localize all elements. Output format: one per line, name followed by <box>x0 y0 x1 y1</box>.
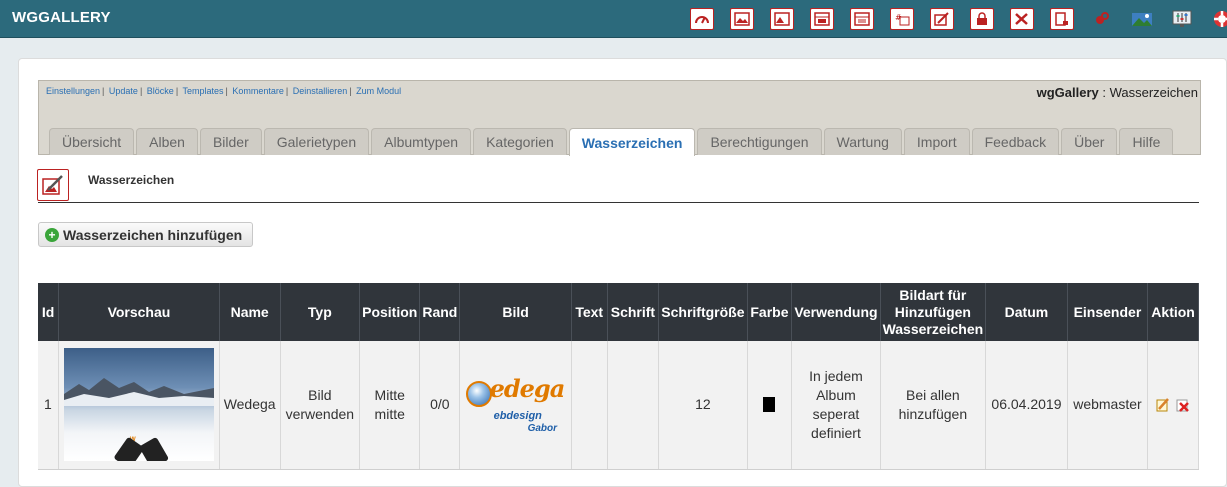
categories-icon[interactable]: # <box>882 0 922 38</box>
tab-kategorien[interactable]: Kategorien <box>473 128 567 155</box>
module-header: Einstellungen | Update | Blöcke | Templates… <box>38 80 1201 156</box>
add-watermark-button[interactable]: + Wasserzeichen hinzufügen <box>38 222 254 247</box>
col-rand: Rand <box>419 283 461 341</box>
watermark-page-icon <box>37 169 69 201</box>
tab-bilder[interactable]: Bilder <box>199 128 262 155</box>
col-schrift: Schrift <box>607 283 660 341</box>
tab-wasserzeichen[interactable]: Wasserzeichen <box>568 128 696 156</box>
top-bar: WGGALLERY # <box>0 0 1227 38</box>
tab-alben[interactable]: Alben <box>136 128 198 155</box>
tab-feedback[interactable]: Feedback <box>971 128 1060 155</box>
cell-id: 1 <box>38 341 60 470</box>
edit-icon[interactable] <box>1156 397 1170 412</box>
col-aktion: Aktion <box>1147 283 1199 341</box>
cell-bild: edega ebdesign Gabor <box>459 341 572 470</box>
link-bloecke[interactable]: Blöcke <box>147 86 174 96</box>
watermark-icon[interactable] <box>922 0 962 38</box>
link-deinstallieren[interactable]: Deinstallieren <box>293 86 348 96</box>
col-bildart: Bildart für Hinzufügen Wasserzeichen <box>880 283 987 341</box>
cell-schriftgroesse: 12 <box>658 341 748 470</box>
page-title: Wasserzeichen <box>88 173 175 187</box>
albums-icon[interactable] <box>722 0 762 38</box>
watermark-table: Id Vorschau Name Typ Position Rand Bild … <box>38 283 1199 470</box>
col-name: Name <box>219 283 281 341</box>
cell-rand: 0/0 <box>419 341 461 470</box>
col-schriftgroesse: Schriftgröße <box>658 283 748 341</box>
separator: | <box>102 86 105 96</box>
color-swatch <box>763 397 776 413</box>
table-row: 1 W Wedega Bild verwenden Mitte mitte 0/… <box>38 341 1199 470</box>
admin-links: Einstellungen | Update | Blöcke | Templates… <box>46 86 401 96</box>
cell-text <box>571 341 608 470</box>
album-types-icon[interactable] <box>842 0 882 38</box>
col-position: Position <box>359 283 421 341</box>
tab-hilfe[interactable]: Hilfe <box>1119 128 1174 155</box>
col-bild: Bild <box>459 283 572 341</box>
help-icon[interactable] <box>1202 0 1227 38</box>
cell-verwendung: In jedem Album seperat definiert <box>791 341 881 470</box>
dashboard-icon[interactable] <box>682 0 722 38</box>
about-icon[interactable] <box>1122 0 1162 38</box>
cell-position: Mitte mitte <box>359 341 421 470</box>
link-update[interactable]: Update <box>109 86 138 96</box>
divider <box>38 202 1199 203</box>
preferences-icon[interactable] <box>1162 0 1202 38</box>
module-name: wgGallery <box>1036 85 1099 100</box>
col-text: Text <box>571 283 608 341</box>
tab-bar: Übersicht Alben Bilder Galerietypen Albu… <box>49 128 1175 156</box>
tab-wartung[interactable]: Wartung <box>823 128 902 155</box>
logo-line3: Gabor <box>527 423 558 435</box>
module-page-name: : Wasserzeichen <box>1098 85 1198 100</box>
feedback-icon[interactable] <box>1082 0 1122 38</box>
watermark-logo-image: edega ebdesign Gabor <box>465 374 566 434</box>
table-header-row: Id Vorschau Name Typ Position Rand Bild … <box>38 283 1199 341</box>
cell-datum: 06.04.2019 <box>985 341 1068 470</box>
col-id: Id <box>38 283 60 341</box>
col-datum: Datum <box>985 283 1068 341</box>
tab-ueber[interactable]: Über <box>1061 128 1118 155</box>
cell-schrift <box>607 341 660 470</box>
import-icon[interactable] <box>1042 0 1082 38</box>
add-watermark-label: Wasserzeichen hinzufügen <box>63 226 243 243</box>
cell-einsender: webmaster <box>1067 341 1149 470</box>
delete-icon[interactable] <box>1176 398 1190 412</box>
separator: | <box>175 86 179 96</box>
col-typ: Typ <box>280 283 361 341</box>
permissions-icon[interactable] <box>962 0 1002 38</box>
watermark-preview-image[interactable]: W <box>63 348 214 462</box>
link-einstellungen[interactable]: Einstellungen <box>46 86 100 96</box>
cell-aktion <box>1147 341 1199 470</box>
gallery-types-icon[interactable] <box>802 0 842 38</box>
col-farbe: Farbe <box>747 283 793 341</box>
cell-vorschau: W <box>58 341 220 470</box>
link-zum-modul[interactable]: Zum Modul <box>356 86 401 96</box>
cell-farbe <box>747 341 793 470</box>
globe-icon <box>465 381 492 408</box>
add-icon: + <box>45 227 59 242</box>
separator: | <box>349 86 352 96</box>
separator: | <box>285 86 289 96</box>
app-title[interactable]: WGGALLERY <box>12 9 111 26</box>
link-templates[interactable]: Templates <box>183 86 224 96</box>
admin-toolbar: # <box>682 0 1227 38</box>
col-vorschau: Vorschau <box>58 283 220 341</box>
separator: | <box>225 86 228 96</box>
module-title: wgGallery : Wasserzeichen <box>1037 85 1198 100</box>
preview-ski-right <box>138 436 170 462</box>
cell-name: Wedega <box>219 341 281 470</box>
tab-berechtigungen[interactable]: Berechtigungen <box>697 128 822 155</box>
col-verwendung: Verwendung <box>791 283 881 341</box>
separator: | <box>139 86 143 96</box>
col-einsender: Einsender <box>1067 283 1149 341</box>
tab-uebersicht[interactable]: Übersicht <box>49 128 135 155</box>
tab-galerietypen[interactable]: Galerietypen <box>263 128 370 155</box>
link-kommentare[interactable]: Kommentare <box>232 86 284 96</box>
maintenance-icon[interactable] <box>1002 0 1042 38</box>
images-icon[interactable] <box>762 0 802 38</box>
cell-typ: Bild verwenden <box>280 341 361 470</box>
logo-line1: edega <box>489 374 566 404</box>
tab-albumtypen[interactable]: Albumtypen <box>371 128 472 155</box>
cell-bildart: Bei allen hinzufügen <box>880 341 987 470</box>
tab-import[interactable]: Import <box>903 128 970 155</box>
